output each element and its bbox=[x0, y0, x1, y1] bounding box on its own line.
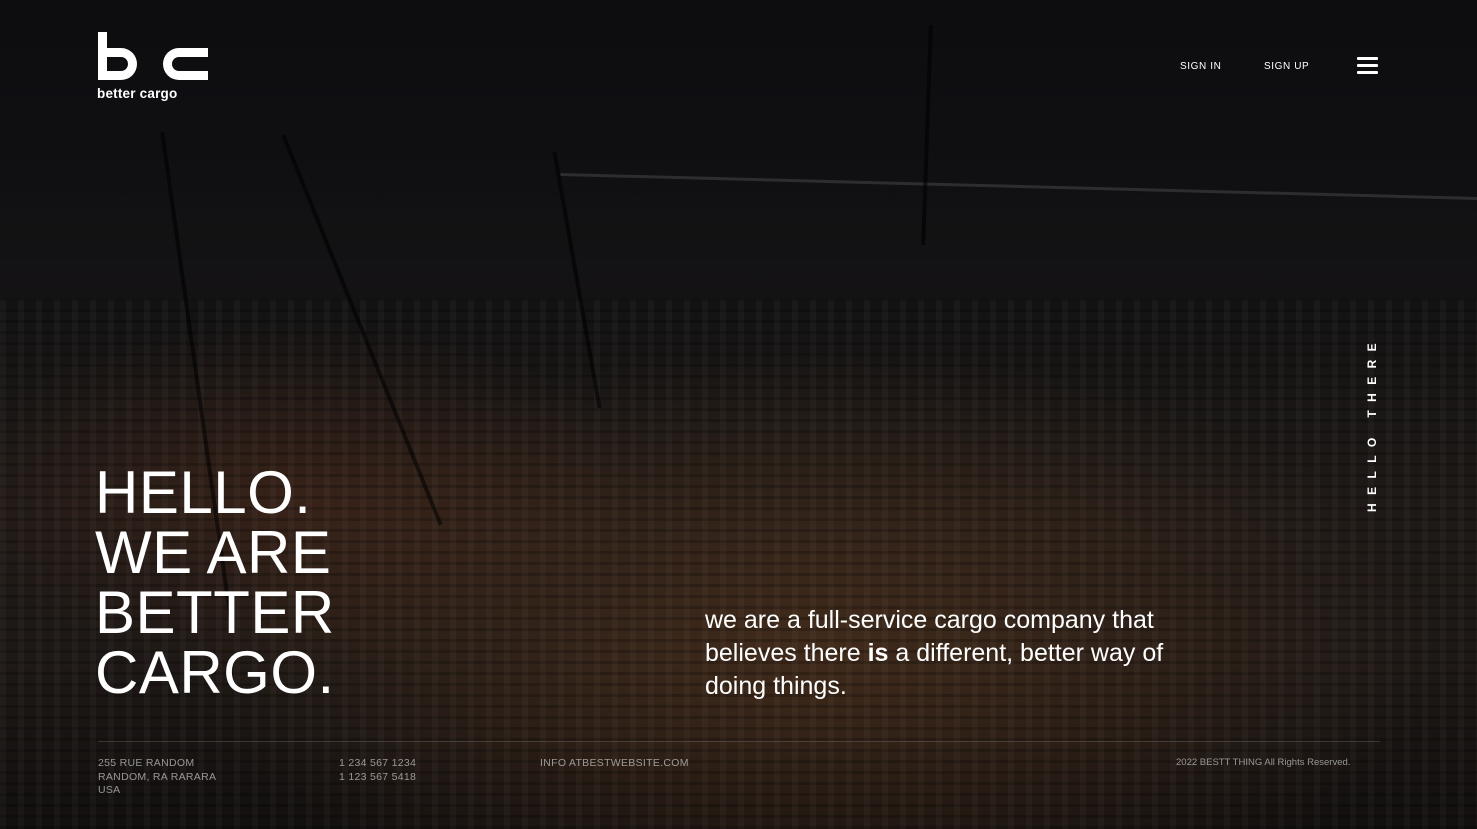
footer-address: 255 RUE RANDOM RANDOM, RA RARARA USA bbox=[98, 757, 216, 798]
headline-line: BETTER bbox=[95, 579, 335, 646]
brand-name: better cargo bbox=[97, 86, 178, 101]
hero-tagline: we are a full-service cargo company that… bbox=[705, 604, 1225, 703]
footer-copyright: 2022 BESTT THING All Rights Reserved. bbox=[1176, 757, 1351, 768]
tagline-emphasis: is bbox=[867, 639, 889, 667]
brand-logo[interactable] bbox=[97, 30, 209, 82]
side-hello-label: HELLO THERE bbox=[1365, 334, 1379, 512]
footer-divider bbox=[98, 741, 1380, 742]
address-line: 255 RUE RANDOM bbox=[98, 757, 195, 769]
address-line: RANDOM, RA RARARA bbox=[98, 770, 217, 783]
bc-logo-icon bbox=[98, 32, 208, 80]
sign-up-link[interactable]: SIGN UP bbox=[1264, 61, 1309, 72]
phone-number[interactable]: 1 234 567 1234 bbox=[339, 757, 416, 771]
footer-email[interactable]: INFO ATBESTWEBSITE.COM bbox=[540, 757, 689, 771]
address-line: USA bbox=[98, 784, 121, 796]
hero-headline: HELLO. WE ARE BETTER CARGO. bbox=[95, 463, 335, 703]
sign-in-link[interactable]: SIGN IN bbox=[1180, 61, 1221, 72]
headline-line: HELLO. bbox=[95, 459, 312, 526]
headline-line: CARGO. bbox=[95, 639, 335, 706]
phone-number[interactable]: 1 123 567 5418 bbox=[339, 771, 416, 785]
footer-phones: 1 234 567 1234 1 123 567 5418 bbox=[339, 757, 416, 784]
headline-line: WE ARE bbox=[95, 519, 332, 586]
hamburger-menu-icon[interactable] bbox=[1357, 57, 1378, 75]
